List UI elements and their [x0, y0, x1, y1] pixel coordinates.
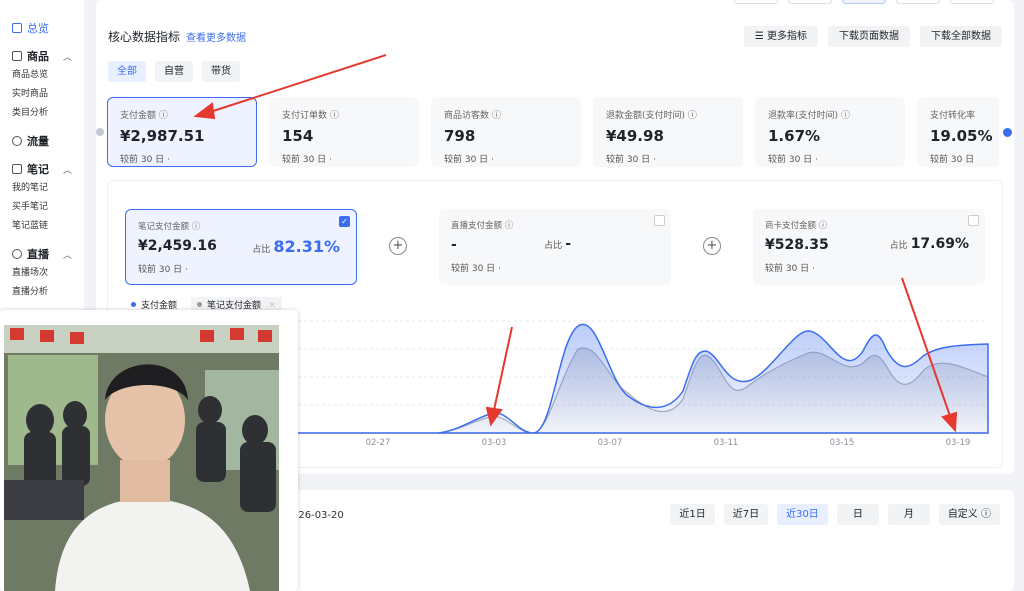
- x-tick-label: 03-19: [946, 438, 971, 448]
- chevron-up-icon: ︿: [62, 165, 72, 176]
- sidebar-item-my-notes[interactable]: 我的笔记: [0, 179, 84, 198]
- date-label: 026-03-20: [292, 510, 344, 521]
- x-tick-label: 03-15: [830, 438, 855, 448]
- sidebar-item-note-links[interactable]: 笔记蓝链: [0, 217, 84, 236]
- chevron-up-icon: ︿: [62, 52, 72, 63]
- monitor-icon: [12, 23, 22, 33]
- view-more-link[interactable]: 查看更多数据: [186, 33, 246, 44]
- range-30d-button[interactable]: 近30日: [777, 504, 828, 525]
- range-selector: 近1日 近7日 近30日 日 月 自定义 ⓘ: [670, 504, 1000, 525]
- range-day-button[interactable]: 日: [836, 504, 879, 525]
- info-icon: ⓘ: [491, 111, 501, 121]
- tab-affiliate[interactable]: 带货: [202, 61, 240, 82]
- range-1d-button[interactable]: 近1日: [670, 504, 715, 525]
- chevron-up-icon: ︿: [62, 250, 72, 261]
- x-tick-label: 02-27: [366, 438, 391, 448]
- metric-value: 154: [282, 127, 314, 145]
- more-metrics-button[interactable]: ☰ 更多指标: [743, 26, 818, 47]
- sidebar-item-live-sessions[interactable]: 直播场次: [0, 264, 84, 283]
- info-icon: ⓘ: [158, 111, 168, 121]
- info-icon: ⓘ: [981, 509, 991, 520]
- play-icon: [12, 249, 22, 259]
- info-icon: ⓘ: [840, 111, 850, 121]
- dash-icon: ·: [653, 155, 656, 165]
- traffic-icon: [12, 136, 22, 146]
- dash-icon: ·: [329, 155, 332, 165]
- x-tick-labels: 02-27 03-03 03-07 03-11 03-15 03-19: [366, 438, 971, 448]
- top-button[interactable]: [842, 0, 886, 4]
- channel-tabs: 全部 自营 带货: [108, 61, 240, 82]
- metric-value: ¥49.98: [606, 127, 664, 145]
- settings-icon: ☰: [754, 31, 767, 42]
- scroll-left-button[interactable]: [96, 128, 104, 136]
- x-tick-label: 03-03: [482, 438, 507, 448]
- tab-self-run[interactable]: 自营: [155, 61, 193, 82]
- header-actions: ☰ 更多指标 下载页面数据 下载全部数据: [743, 26, 1002, 47]
- info-icon: ⓘ: [329, 111, 339, 121]
- range-7d-button[interactable]: 近7日: [723, 504, 769, 525]
- top-button[interactable]: [788, 0, 832, 4]
- x-tick-label: 03-07: [598, 438, 623, 448]
- person-photo: [4, 325, 279, 591]
- metric-card-conversion[interactable]: 支付转化率 19.05% 较前 30 日: [917, 97, 999, 167]
- sidebar-item-overview[interactable]: 总览: [0, 18, 84, 38]
- top-button[interactable]: [896, 0, 940, 4]
- download-page-button[interactable]: 下载页面数据: [828, 26, 910, 47]
- metric-card-orders[interactable]: 支付订单数 ⓘ 154 较前 30 日 ·: [269, 97, 419, 167]
- top-button[interactable]: [950, 0, 994, 4]
- metric-value: 1.67%: [768, 127, 821, 145]
- scroll-right-button[interactable]: [1003, 128, 1012, 137]
- sidebar-section-traffic[interactable]: 流量: [0, 131, 84, 151]
- x-tick-label: 03-11: [714, 438, 739, 448]
- download-all-button[interactable]: 下载全部数据: [920, 26, 1002, 47]
- metric-card-visitors[interactable]: 商品访客数 ⓘ 798 较前 30 日 ·: [431, 97, 581, 167]
- dash-icon: ·: [167, 155, 170, 165]
- dash-icon: ·: [815, 155, 818, 165]
- bag-icon: [12, 51, 22, 61]
- sidebar-section-live[interactable]: 直播 ︿: [0, 244, 84, 264]
- note-icon: [12, 164, 22, 174]
- metric-card-refund-rate[interactable]: 退款率(支付时间) ⓘ 1.67% 较前 30 日 ·: [755, 97, 905, 167]
- sidebar-section-goods[interactable]: 商品 ︿: [0, 46, 84, 66]
- metric-card-refund-amount[interactable]: 退款金额(支付时间) ⓘ ¥49.98 较前 30 日 ·: [593, 97, 743, 167]
- camera-overlay: [0, 310, 298, 591]
- range-custom-button[interactable]: 自定义 ⓘ: [938, 504, 1000, 525]
- metric-value: 798: [444, 127, 476, 145]
- metric-value: 19.05%: [930, 127, 993, 145]
- dash-icon: ·: [491, 155, 494, 165]
- metric-value: ¥2,987.51: [120, 127, 205, 145]
- series-payment-area: [298, 323, 989, 434]
- sidebar-item-buyer-notes[interactable]: 买手笔记: [0, 198, 84, 217]
- info-icon: ⓘ: [687, 111, 697, 121]
- page-title: 核心数据指标 查看更多数据: [108, 30, 247, 44]
- sidebar-section-notes[interactable]: 笔记 ︿: [0, 159, 84, 179]
- metric-cards: 支付金额 ⓘ ¥2,987.51 较前 30 日 · 支付订单数 ⓘ 154 较…: [107, 97, 999, 167]
- sidebar-item-goods-overview[interactable]: 商品总览: [0, 66, 84, 85]
- sidebar-item-category-analysis[interactable]: 类目分析: [0, 104, 84, 123]
- top-button[interactable]: [734, 0, 778, 4]
- sidebar-item-realtime-goods[interactable]: 实时商品: [0, 85, 84, 104]
- metric-card-payment-amount[interactable]: 支付金额 ⓘ ¥2,987.51 较前 30 日 ·: [107, 97, 257, 167]
- sidebar-item-live-analysis[interactable]: 直播分析: [0, 283, 84, 302]
- tab-all[interactable]: 全部: [108, 61, 146, 82]
- top-button-row: [734, 0, 994, 4]
- range-month-button[interactable]: 月: [887, 504, 930, 525]
